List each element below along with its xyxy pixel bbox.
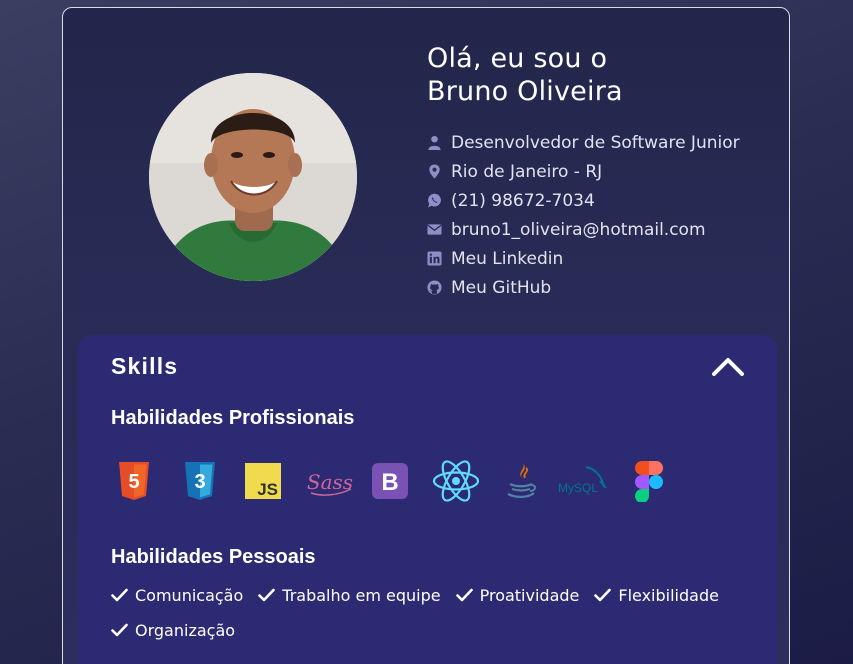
info-phone[interactable]: (21) 98672-7034 (427, 186, 740, 215)
info-linkedin-text: Meu Linkedin (451, 248, 564, 269)
svg-text:MySQL: MySQL (558, 481, 598, 495)
chevron-up-icon[interactable] (711, 355, 745, 377)
svg-text:5: 5 (128, 471, 139, 493)
info-location: Rio de Janeiro - RJ (427, 157, 740, 186)
java-icon (503, 459, 539, 503)
personal-skill-label: Flexibilidade (618, 585, 719, 605)
personal-skill-label: Organização (135, 620, 236, 640)
info-role: Desenvolvedor de Software Junior (427, 128, 740, 157)
check-icon (594, 588, 612, 602)
whatsapp-icon (427, 193, 442, 208)
map-pin-icon (427, 164, 442, 179)
check-icon (111, 588, 128, 602)
personal-skills-title: Habilidades Pessoais (111, 546, 316, 568)
personal-skill-label: Trabalho em equipe (282, 585, 441, 605)
github-icon (427, 280, 442, 295)
svg-text:3: 3 (194, 471, 205, 493)
personal-skills-list: Comunicação Trabalho em equipe Proativid… (111, 585, 751, 640)
html5-icon: 5 (116, 459, 152, 503)
info-email[interactable]: bruno1_oliveira@hotmail.com (427, 215, 740, 244)
info-phone-text: (21) 98672-7034 (451, 190, 595, 211)
personal-skill-label: Comunicação (135, 585, 244, 605)
professional-skills-title: Habilidades Profissionais (111, 407, 355, 429)
css3-icon: 3 (182, 459, 218, 503)
info-email-text: bruno1_oliveira@hotmail.com (451, 219, 706, 240)
list-item: Trabalho em equipe (258, 585, 441, 605)
greeting-name: Bruno Oliveira (427, 76, 623, 107)
skills-title: Skills (111, 353, 179, 379)
list-item: Proatividade (455, 585, 580, 605)
contact-info-list: Desenvolvedor de Software Junior Rio de … (427, 128, 740, 302)
list-item: Organização (111, 620, 235, 640)
linkedin-icon (427, 251, 442, 266)
bootstrap-icon: B (372, 459, 408, 503)
check-icon (455, 588, 473, 602)
check-icon (258, 588, 276, 602)
svg-text:JS: JS (257, 480, 278, 499)
profile-photo-image (149, 73, 357, 281)
mysql-icon: MySQL (556, 459, 612, 503)
check-icon (111, 623, 128, 637)
info-role-text: Desenvolvedor de Software Junior (451, 132, 740, 153)
personal-skill-label: Proatividade (479, 585, 580, 605)
skills-panel: Skills Habilidades Profissionais 5 3 JS … (78, 335, 777, 664)
javascript-icon: JS (245, 459, 281, 503)
react-icon (432, 459, 480, 503)
greeting-line-1: Olá, eu sou o (427, 43, 608, 74)
profile-card: Olá, eu sou o Bruno Oliveira Desenvolved… (62, 7, 790, 664)
user-icon (427, 135, 442, 150)
info-github-text: Meu GitHub (451, 277, 552, 298)
info-github[interactable]: Meu GitHub (427, 273, 740, 302)
greeting: Olá, eu sou o Bruno Oliveira (427, 42, 623, 108)
mail-icon (427, 222, 442, 237)
info-linkedin[interactable]: Meu Linkedin (427, 244, 740, 273)
sass-icon: Sass (305, 459, 355, 503)
profile-photo (149, 73, 357, 281)
svg-text:B: B (381, 469, 398, 496)
list-item: Comunicação (111, 585, 243, 605)
figma-icon (634, 459, 664, 503)
list-item: Flexibilidade (594, 585, 719, 605)
info-location-text: Rio de Janeiro - RJ (451, 161, 603, 182)
